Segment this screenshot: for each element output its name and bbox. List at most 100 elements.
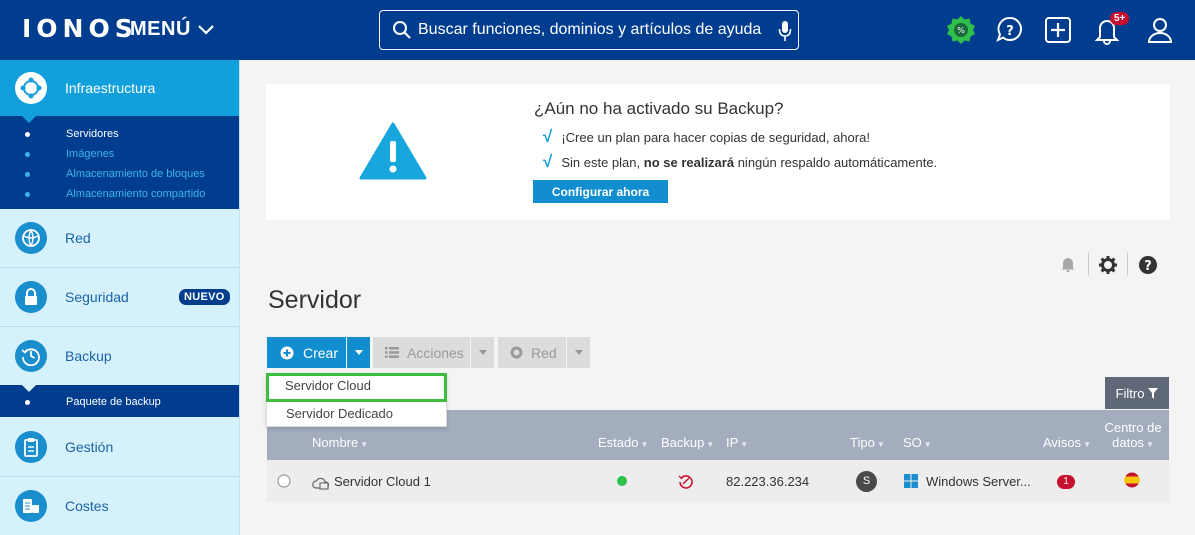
menu-item-servidor-dedicado[interactable]: Servidor Dedicado [267, 401, 446, 427]
bullet [25, 400, 30, 405]
column-nombre[interactable]: Nombre ▼ [312, 435, 368, 450]
windows-icon [904, 474, 918, 488]
infrastructure-icon [15, 72, 47, 104]
sort-icon: ▼ [1083, 440, 1091, 449]
column-label: Backup [661, 435, 705, 450]
create-button[interactable]: Crear [267, 337, 346, 368]
column-ip[interactable]: IP ▼ [726, 435, 748, 450]
table-row[interactable]: Servidor Cloud 1 82.223.36.234 S Windows… [267, 460, 1169, 502]
sidebar-item-gestion[interactable]: Gestión [0, 418, 239, 476]
sidebar-item-red[interactable]: Red [0, 209, 239, 267]
svg-text:?: ? [1144, 259, 1152, 274]
sidebar-item-label: Costes [65, 498, 109, 514]
sort-icon: ▼ [876, 440, 885, 449]
actions-button-label: Acciones [407, 344, 464, 361]
radio-button[interactable] [277, 474, 291, 488]
column-label: Tipo [850, 435, 875, 450]
filter-button-label: Filtro [1115, 385, 1145, 401]
create-button-label: Crear [303, 344, 339, 361]
sidebar-item-label: Backup [65, 348, 112, 364]
column-estado[interactable]: Estado ▼ [598, 435, 648, 450]
banner-line-text: Sin este plan, [561, 154, 641, 170]
actions-button[interactable]: Acciones [373, 337, 470, 368]
column-label: Nombre [312, 435, 359, 450]
os-name: Windows Server... [926, 474, 1031, 489]
sidebar-subitem-imagenes[interactable]: Imágenes [0, 145, 239, 165]
sort-icon: ▼ [640, 440, 649, 449]
sidebar-item-label: Infraestructura [65, 80, 156, 96]
new-badge: NUEVO [179, 289, 230, 305]
column-label: IP [726, 435, 739, 450]
coins-icon [15, 490, 47, 522]
bullet [25, 192, 30, 197]
sidebar-subitem-compartido[interactable]: Almacenamiento compartido [0, 185, 239, 205]
network-button[interactable]: Red [498, 337, 566, 368]
filter-button[interactable]: Filtro [1105, 377, 1169, 409]
network-dropdown-toggle[interactable] [567, 337, 590, 368]
subitem-label: Imágenes [66, 148, 115, 160]
banner-line-text: ¡Cree un plan para hacer copias de segur… [561, 129, 870, 145]
sidebar-item-infraestructura[interactable]: Infraestructura [0, 60, 239, 116]
create-dropdown-toggle[interactable] [347, 337, 370, 368]
sidebar-item-label: Gestión [65, 439, 114, 455]
menu-item-servidor-cloud[interactable]: Servidor Cloud [266, 373, 447, 402]
column-centro-datos[interactable]: Centro de datos ▼ [1103, 420, 1163, 452]
help-chat-icon[interactable]: ? [995, 15, 1025, 45]
microphone-icon[interactable] [778, 20, 792, 42]
caret-down-icon [574, 350, 583, 355]
column-backup[interactable]: Backup ▼ [661, 435, 714, 450]
column-label: Avisos [1043, 435, 1082, 450]
server-type-badge: S [856, 471, 877, 492]
sort-icon: ▼ [1145, 440, 1154, 449]
filter-icon [1148, 387, 1159, 399]
notification-bell-icon[interactable] [1060, 256, 1076, 272]
help-icon[interactable]: ? [1138, 255, 1158, 275]
warning-icon [359, 122, 427, 180]
subitem-label: Almacenamiento de bloques [66, 168, 205, 180]
backup-clock-icon [15, 340, 47, 372]
spain-flag-icon [1124, 472, 1140, 488]
actions-dropdown-toggle[interactable] [471, 337, 494, 368]
banner-line-bold: no se realizará [643, 154, 735, 170]
notifications-badge: 5+ [1110, 12, 1130, 25]
add-icon[interactable] [1043, 15, 1073, 45]
gear-icon[interactable] [1098, 255, 1118, 275]
column-so[interactable]: SO ▼ [903, 435, 932, 450]
configure-now-button[interactable]: Configurar ahora [533, 180, 668, 203]
clipboard-icon [15, 431, 47, 463]
sidebar-item-costes[interactable]: Costes [0, 477, 239, 535]
sort-icon: ▼ [360, 440, 369, 449]
column-tipo[interactable]: Tipo ▼ [850, 435, 885, 450]
sort-icon: ▼ [923, 440, 932, 449]
bullet [25, 172, 30, 177]
active-notch [22, 385, 36, 392]
caret-down-icon [478, 350, 487, 355]
search-icon [393, 21, 411, 39]
ionos-logo[interactable]: IONOS [22, 14, 138, 43]
column-label: Centro de [1104, 420, 1162, 435]
sidebar-item-backup[interactable]: Backup [0, 327, 239, 385]
server-name-link[interactable]: Servidor Cloud 1 [334, 474, 431, 489]
alerts-count-badge[interactable]: 1 [1057, 475, 1075, 489]
menu-button[interactable]: MENÚ [130, 18, 215, 41]
sidebar-subitem-paquete-backup[interactable]: Paquete de backup [0, 393, 239, 413]
subitem-label: Paquete de backup [66, 396, 161, 408]
sort-icon: ▼ [706, 440, 715, 449]
promo-badge-icon[interactable]: % [946, 15, 976, 45]
column-label: SO [903, 435, 922, 450]
sidebar-item-label: Red [65, 230, 91, 246]
search-box[interactable] [379, 10, 799, 50]
network-button-label: Red [531, 344, 557, 361]
sidebar-subitem-servidores[interactable]: Servidores [0, 125, 239, 145]
cloud-server-icon [312, 477, 330, 490]
column-avisos[interactable]: Avisos ▼ [1043, 435, 1091, 450]
sidebar-subitem-bloques[interactable]: Almacenamiento de bloques [0, 165, 239, 185]
chevron-down-icon [198, 24, 214, 35]
subitem-label: Almacenamiento compartido [66, 188, 206, 200]
subitem-label: Servidores [66, 128, 119, 140]
search-input[interactable] [418, 21, 768, 39]
banner-line-text: ningún respaldo automáticamente. [737, 154, 938, 170]
user-icon[interactable] [1145, 15, 1175, 45]
divider [1127, 252, 1128, 276]
active-notch [22, 116, 36, 123]
